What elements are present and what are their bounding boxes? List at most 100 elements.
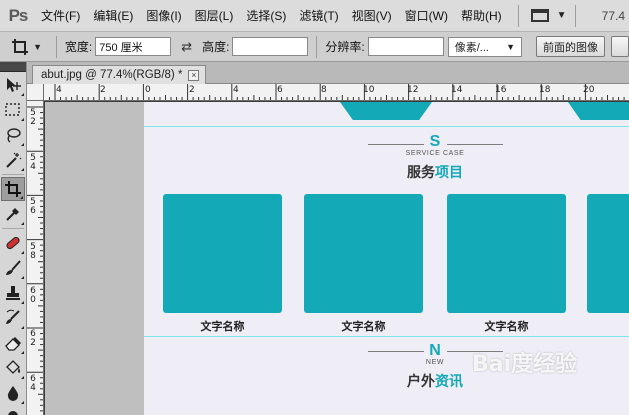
zoom-readout: 77.4 — [601, 8, 625, 23]
title-rule-left — [368, 351, 424, 352]
document-tab[interactable]: abut.jpg @ 77.4%(RGB/8) * × — [32, 65, 207, 84]
resolution-input[interactable] — [367, 37, 444, 56]
ruler-left-label: 6 2 — [30, 329, 36, 348]
lasso-tool[interactable] — [1, 123, 25, 147]
lasso-icon — [7, 128, 21, 143]
menu-filter[interactable]: 滤镜(T) — [294, 7, 343, 24]
ruler-left-label: 6 4 — [30, 374, 36, 393]
ruler-left-label: 6 0 — [30, 286, 36, 305]
guide-line[interactable] — [144, 126, 629, 127]
ruler-top-label: 12 — [407, 85, 419, 95]
crop-tool-preset-icon[interactable] — [8, 36, 31, 58]
menu-separator — [517, 4, 519, 27]
options-bar: ▼ 宽度: ⇄ 高度: 分辨率: 像素/... ▼ 前面的图像 — [0, 32, 629, 62]
menu-select[interactable]: 选择(S) — [241, 7, 291, 24]
ruler-top-label: 4 — [233, 85, 239, 95]
pasteboard — [45, 102, 144, 415]
width-input[interactable] — [95, 37, 172, 56]
move-tool[interactable] — [1, 73, 25, 97]
menu-help[interactable]: 帮助(H) — [456, 7, 507, 24]
menu-separator-2 — [574, 4, 576, 27]
dodge-tool[interactable] — [1, 406, 25, 415]
service-card — [587, 194, 629, 313]
front-image-button[interactable]: 前面的图像 — [536, 36, 606, 57]
history-brush-icon — [6, 309, 20, 324]
history-brush-tool[interactable] — [1, 306, 25, 330]
section-title-accent: 资讯 — [435, 373, 463, 389]
eraser-icon — [5, 337, 21, 351]
paint-bucket-icon — [6, 360, 20, 374]
blur-tool[interactable] — [1, 381, 25, 405]
ruler-left-label: 5 4 — [30, 153, 36, 172]
menu-bar: Ps 文件(F) 编辑(E) 图像(I) 图层(L) 选择(S) 滤镜(T) 视… — [0, 0, 629, 32]
horizontal-ruler[interactable]: 4 2 0 2 4 6 8 10 12 14 16 18 20 — [44, 84, 629, 101]
vertical-ruler[interactable]: 5 2 5 4 5 6 5 8 6 0 6 2 6 4 — [27, 101, 44, 415]
screen-mode-dropdown-icon[interactable]: ▼ — [557, 10, 567, 21]
paint-bucket-tool[interactable] — [1, 356, 25, 380]
clear-button[interactable] — [611, 36, 629, 57]
menu-view[interactable]: 视图(V) — [347, 7, 397, 24]
title-rule-right — [447, 144, 503, 145]
menu-layer[interactable]: 图层(L) — [190, 7, 239, 24]
ruler-origin[interactable] — [27, 84, 44, 101]
swap-dimensions-icon[interactable]: ⇄ — [181, 39, 192, 55]
service-card — [304, 194, 423, 313]
section-subtitle: SERVICE CASE — [405, 150, 465, 157]
ruler-top-label: 4 — [56, 85, 62, 95]
tools-panel-grip[interactable] — [0, 62, 26, 72]
clone-stamp-tool[interactable] — [1, 281, 25, 305]
section-title: 服务项目 — [385, 162, 485, 182]
eyedropper-tool[interactable] — [1, 202, 25, 226]
resolution-unit-value: 像素/... — [454, 41, 489, 54]
healing-brush-tool[interactable] — [1, 231, 25, 255]
options-separator-2 — [316, 35, 318, 58]
section-title-accent: 项目 — [435, 164, 463, 180]
service-card — [447, 194, 566, 313]
top-tab-shape — [568, 102, 629, 120]
close-icon[interactable]: × — [188, 69, 200, 81]
guide-line[interactable] — [144, 336, 629, 337]
menu-edit[interactable]: 编辑(E) — [88, 7, 138, 24]
section-subtitle: NEW — [425, 359, 445, 366]
brush-icon — [6, 260, 21, 275]
menu-window[interactable]: 窗口(W) — [400, 7, 453, 24]
menu-image[interactable]: 图像(I) — [141, 7, 186, 24]
crop-tool[interactable] — [1, 177, 25, 201]
photoshop-logo: Ps — [8, 5, 29, 25]
move-icon — [7, 78, 21, 92]
title-rule-left — [368, 144, 424, 145]
droplet-icon — [7, 386, 19, 401]
stamp-icon — [6, 286, 20, 300]
card-label: 文字名称 — [200, 321, 245, 333]
card-label: 文字名称 — [484, 321, 529, 333]
chevron-down-icon: ▼ — [506, 41, 516, 52]
options-separator — [55, 35, 57, 58]
document-tab-bar: abut.jpg @ 77.4%(RGB/8) * × — [27, 62, 629, 84]
magic-wand-icon — [6, 152, 22, 168]
brush-tool[interactable] — [1, 256, 25, 280]
ruler-left-label: 5 6 — [30, 197, 36, 216]
ruler-top-label: 14 — [451, 85, 463, 95]
eraser-tool[interactable] — [1, 331, 25, 355]
section-letter: S — [429, 133, 441, 150]
ruler-top-label: 18 — [539, 85, 551, 95]
width-label: 宽度: — [64, 40, 93, 54]
tool-preset-dropdown-icon[interactable]: ▼ — [33, 42, 42, 52]
menu-file[interactable]: 文件(F) — [36, 7, 85, 24]
ruler-top-label: 10 — [363, 85, 375, 95]
dodge-icon — [8, 411, 18, 415]
section-title: 户外资讯 — [385, 371, 485, 391]
height-input[interactable] — [232, 37, 309, 56]
magic-wand-tool[interactable] — [1, 148, 25, 172]
ruler-top-label: 6 — [277, 85, 283, 95]
ruler-top-label: 2 — [189, 85, 195, 95]
section-title-plain: 户外 — [407, 373, 435, 389]
resolution-unit-select[interactable]: 像素/... ▼ — [447, 36, 523, 57]
document-tab-title: abut.jpg @ 77.4%(RGB/8) * — [41, 69, 183, 81]
screen-mode-icon[interactable] — [530, 9, 549, 22]
ruler-top-label: 20 — [583, 85, 595, 95]
marquee-tool[interactable] — [1, 98, 25, 122]
service-card — [163, 194, 282, 313]
resolution-label: 分辨率: — [325, 40, 365, 54]
menu-items: 文件(F) 编辑(E) 图像(I) 图层(L) 选择(S) 滤镜(T) 视图(V… — [36, 7, 510, 24]
